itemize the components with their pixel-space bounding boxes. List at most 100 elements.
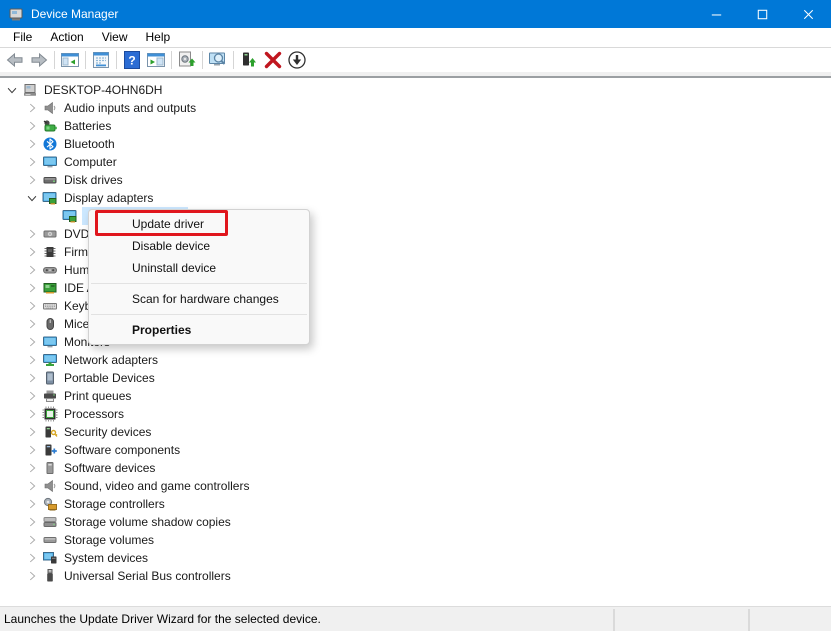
chevron-right-icon[interactable] bbox=[22, 315, 42, 333]
tree-item-storage-volumes[interactable]: Storage volumes bbox=[0, 531, 831, 549]
scan-hardware-changes-icon[interactable] bbox=[206, 49, 230, 71]
chevron-right-icon[interactable] bbox=[22, 99, 42, 117]
chevron-right-icon[interactable] bbox=[22, 531, 42, 549]
back-icon[interactable] bbox=[3, 49, 27, 71]
storage-volume-icon bbox=[42, 532, 58, 548]
tree-item-bluetooth[interactable]: Bluetooth bbox=[0, 135, 831, 153]
tree-item-portable-devices[interactable]: Portable Devices bbox=[0, 369, 831, 387]
usb-icon bbox=[42, 568, 58, 584]
disable-device-icon[interactable] bbox=[285, 49, 309, 71]
monitor-icon bbox=[42, 334, 58, 350]
help-icon[interactable]: ? bbox=[120, 49, 144, 71]
processor-icon bbox=[42, 406, 58, 422]
tree-item-universal-serial-bus-controllers[interactable]: Universal Serial Bus controllers bbox=[0, 567, 831, 585]
chevron-right-icon[interactable] bbox=[22, 171, 42, 189]
show-console-tree-icon[interactable] bbox=[58, 49, 82, 71]
menu-file[interactable]: File bbox=[4, 28, 41, 47]
close-button[interactable] bbox=[785, 0, 831, 28]
maximize-button[interactable] bbox=[739, 0, 785, 28]
display-adapter-icon bbox=[62, 208, 78, 224]
device-manager-window: Device Manager File Action View Help ? DESK… bbox=[0, 0, 831, 631]
tree-item-label: Display adapters bbox=[64, 191, 154, 205]
tree-item-label: Network adapters bbox=[64, 353, 159, 367]
tree-item-label: Disk drives bbox=[64, 173, 123, 187]
tree-item-label: DESKTOP-4OHN6DH bbox=[44, 83, 163, 97]
chevron-right-icon[interactable] bbox=[22, 405, 42, 423]
speaker-icon bbox=[42, 478, 58, 494]
chevron-right-icon[interactable] bbox=[22, 441, 42, 459]
tree-item-batteries[interactable]: Batteries bbox=[0, 117, 831, 135]
chevron-down-icon[interactable] bbox=[2, 81, 22, 99]
tree-item-system-devices[interactable]: System devices bbox=[0, 549, 831, 567]
chevron-right-icon[interactable] bbox=[22, 549, 42, 567]
chevron-right-icon[interactable] bbox=[22, 477, 42, 495]
chevron-down-icon[interactable] bbox=[22, 189, 42, 207]
tree-item-label: Sound, video and game controllers bbox=[64, 479, 250, 493]
tree-item-storage-controllers[interactable]: Storage controllers bbox=[0, 495, 831, 513]
tree-item-disk-drives[interactable]: Disk drives bbox=[0, 171, 831, 189]
menu-view[interactable]: View bbox=[93, 28, 137, 47]
titlebar: Device Manager bbox=[0, 0, 831, 28]
tree-item-security-devices[interactable]: Security devices bbox=[0, 423, 831, 441]
context-menu-separator bbox=[91, 283, 307, 284]
chevron-right-icon[interactable] bbox=[22, 567, 42, 585]
tree-item-label: Security devices bbox=[64, 425, 152, 439]
tree-item-label: Universal Serial Bus controllers bbox=[64, 569, 231, 583]
tree-item-label: Audio inputs and outputs bbox=[64, 101, 197, 115]
update-device-driver-icon[interactable] bbox=[237, 49, 261, 71]
context-menu-item-uninstall-device[interactable]: Uninstall device bbox=[89, 257, 309, 279]
status-text: Launches the Update Driver Wizard for th… bbox=[4, 612, 321, 626]
chevron-right-icon[interactable] bbox=[22, 243, 42, 261]
tree-item-processors[interactable]: Processors bbox=[0, 405, 831, 423]
tree-item-sound-video-and-game-controllers[interactable]: Sound, video and game controllers bbox=[0, 477, 831, 495]
portable-device-icon bbox=[42, 370, 58, 386]
context-menu-item-update-driver[interactable]: Update driver bbox=[89, 213, 309, 235]
chevron-right-icon[interactable] bbox=[22, 495, 42, 513]
tree-item-software-components[interactable]: Software components bbox=[0, 441, 831, 459]
forward-icon[interactable] bbox=[27, 49, 51, 71]
device-tree-pane: DESKTOP-4OHN6DH Audio inputs and outputs B… bbox=[0, 78, 831, 606]
tree-item-software-devices[interactable]: Software devices bbox=[0, 459, 831, 477]
toolbar: ? bbox=[0, 48, 831, 72]
chevron-right-icon[interactable] bbox=[22, 423, 42, 441]
chevron-right-icon[interactable] bbox=[22, 153, 42, 171]
context-menu-item-scan-for-hardware-changes[interactable]: Scan for hardware changes bbox=[89, 288, 309, 310]
display-adapter-icon bbox=[42, 190, 58, 206]
tree-item-display-adapters[interactable]: Display adapters bbox=[0, 189, 831, 207]
chevron-right-icon[interactable] bbox=[22, 369, 42, 387]
minimize-button[interactable] bbox=[693, 0, 739, 28]
chevron-right-icon[interactable] bbox=[22, 333, 42, 351]
context-menu-item-disable-device[interactable]: Disable device bbox=[89, 235, 309, 257]
menu-action[interactable]: Action bbox=[41, 28, 92, 47]
firmware-icon bbox=[42, 244, 58, 260]
tree-item-label: Computer bbox=[64, 155, 117, 169]
menu-help[interactable]: Help bbox=[137, 28, 180, 47]
tree-item-audio-inputs-and-outputs[interactable]: Audio inputs and outputs bbox=[0, 99, 831, 117]
chevron-right-icon[interactable] bbox=[22, 117, 42, 135]
chevron-right-icon[interactable] bbox=[22, 297, 42, 315]
uninstall-device-icon[interactable] bbox=[261, 49, 285, 71]
tree-item-print-queues[interactable]: Print queues bbox=[0, 387, 831, 405]
tree-item-label: Processors bbox=[64, 407, 125, 421]
tree-item-storage-volume-shadow-copies[interactable]: Storage volume shadow copies bbox=[0, 513, 831, 531]
chevron-right-icon[interactable] bbox=[22, 459, 42, 477]
chevron-right-icon[interactable] bbox=[22, 387, 42, 405]
chevron-right-icon[interactable] bbox=[22, 135, 42, 153]
toolbar-separator bbox=[233, 51, 234, 69]
chevron-right-icon[interactable] bbox=[22, 351, 42, 369]
chevron-right-icon[interactable] bbox=[22, 513, 42, 531]
tree-item-label: Bluetooth bbox=[64, 137, 115, 151]
tree-item-desktop-4ohn6dh[interactable]: DESKTOP-4OHN6DH bbox=[0, 81, 831, 99]
chevron-right-icon[interactable] bbox=[22, 279, 42, 297]
properties-icon[interactable] bbox=[89, 49, 113, 71]
tree-item-computer[interactable]: Computer bbox=[0, 153, 831, 171]
toolbar-separator bbox=[54, 51, 55, 69]
show-action-pane-icon[interactable] bbox=[144, 49, 168, 71]
tree-item-network-adapters[interactable]: Network adapters bbox=[0, 351, 831, 369]
toolbar-separator bbox=[202, 51, 203, 69]
chevron-right-icon[interactable] bbox=[22, 261, 42, 279]
update-driver-software-icon[interactable] bbox=[175, 49, 199, 71]
context-menu-separator bbox=[91, 314, 307, 315]
chevron-right-icon[interactable] bbox=[22, 225, 42, 243]
context-menu-item-properties[interactable]: Properties bbox=[89, 319, 309, 341]
